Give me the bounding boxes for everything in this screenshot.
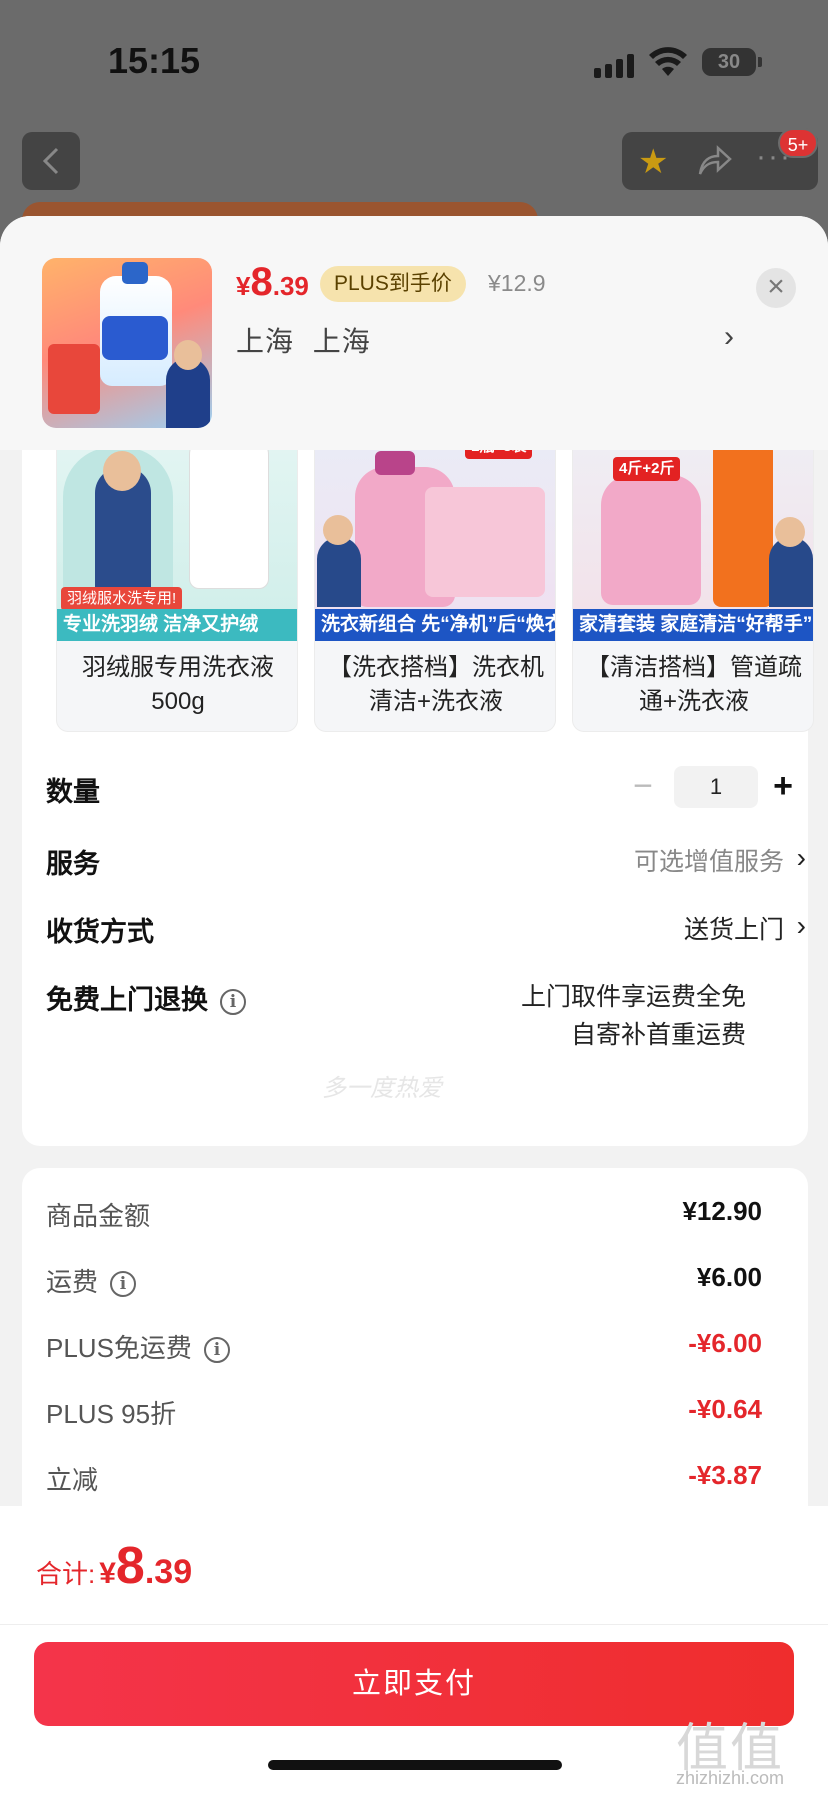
decrement-button[interactable]: − [624,766,662,810]
address-province: 上海 [236,326,295,357]
spec-band: 家清套装 家庭清洁“好帮手” [573,609,813,641]
quantity-stepper: − 1 + [624,766,794,810]
spec-option[interactable]: 羽绒服水洗专用! 专业洗羽绒 洁净又护绒 羽绒服专用洗衣液500g [56,406,298,732]
free-return-line-1: 上门取件享运费全免 [520,983,746,1011]
notification-badge: 5+ [778,128,818,158]
cellular-signal-icon [594,52,634,78]
total-label: 合计: [36,1559,96,1589]
spec-option[interactable]: 4斤+2斤 家清套装 家庭清洁“好帮手” 【清洁搭档】管道疏通+洗衣液 [572,406,814,732]
fee-label: PLUS免运费 [46,1333,192,1363]
quantity-row: 数量 − 1 + [46,766,806,814]
free-return-value: 上门取件享运费全免 自寄补首重运费 [521,978,746,1054]
quantity-input[interactable]: 1 [674,766,758,808]
fee-value: -¥6.00 [688,1328,762,1358]
total-integer: 8 [115,1537,145,1595]
spec-option[interactable]: 1瓶+3袋 洗衣新组合 先“净机”后“焕衣” 【洗衣搭档】洗衣机清洁+洗衣液 [314,406,556,732]
faint-watermark: 多一度热爱 [322,1075,442,1102]
delivery-row[interactable]: 收货方式 送货上门 › [46,910,806,954]
spec-title: 【清洁搭档】管道疏通+洗衣液 [586,654,802,715]
spec-band: 洗衣新组合 先“净机”后“焕衣” [315,609,555,641]
status-time: 15:15 [108,40,201,81]
fee-value: -¥0.64 [688,1394,762,1424]
divider [0,1624,828,1625]
home-indicator[interactable] [268,1760,562,1770]
delivery-label: 收货方式 [46,917,154,947]
total-currency: ¥ [99,1557,116,1590]
fee-row-shipping: 运费 i ¥6.00 [46,1262,762,1302]
fee-value: -¥3.87 [688,1460,762,1490]
wifi-icon [649,47,687,76]
chevron-right-icon: › [796,842,806,873]
fee-label-wrap: 运费 i [46,1262,137,1299]
sheet-header: ¥ 8 .39 PLUS到手价 ¥12.9 × 上海 上海 › [0,216,828,450]
service-label: 服务 [46,849,100,879]
product-price: ¥ 8 .39 [236,260,309,304]
info-icon[interactable]: i [220,988,246,1015]
free-return-line-2: 自寄补首重运费 [570,1021,746,1049]
chevron-right-icon[interactable]: › [724,320,734,354]
fee-label: PLUS 95折 [46,1399,177,1429]
options-card: 羽绒服水洗专用! 专业洗羽绒 洁净又护绒 羽绒服专用洗衣液500g 1瓶+3袋 … [22,386,814,1146]
fee-value: ¥6.00 [696,1262,762,1292]
back-button [22,132,80,190]
spec-title: 【洗衣搭档】洗衣机清洁+洗衣液 [328,654,544,715]
free-return-label: 免费上门退换 i [46,978,246,1017]
checkout-bar: 合计: ¥ 8 .39 立即支付 值值值 zhizhizhi.com [0,1506,828,1796]
spec-title: 羽绒服专用洗衣液500g [82,654,274,715]
service-value: 可选增值服务 [633,848,784,876]
fee-row-plus-free-shipping: PLUS免运费 i -¥6.00 [46,1328,762,1368]
close-button[interactable]: × [756,268,796,308]
fee-label-wrap: PLUS免运费 i [46,1328,230,1365]
spec-selector: 羽绒服水洗专用! 专业洗羽绒 洁净又护绒 羽绒服专用洗衣液500g 1瓶+3袋 … [56,406,816,732]
info-icon[interactable]: i [110,1271,137,1298]
purchase-sheet: ¥ 8 .39 PLUS到手价 ¥12.9 × 上海 上海 › 羽绒服水洗专用!… [0,216,828,1796]
site-watermark-url: zhizhizhi.com [676,1768,785,1788]
spec-band: 专业洗羽绒 洁净又护绒 [57,609,297,641]
fee-label: 商品金额 [46,1201,151,1231]
status-bar: 15:15 30 [0,0,828,120]
star-icon: ★ [638,143,669,181]
service-row[interactable]: 服务 可选增值服务 › [46,842,806,886]
original-price: ¥12.9 [488,270,546,296]
increment-button[interactable]: + [764,766,802,810]
battery-icon: 30 [702,48,762,76]
free-return-label-text: 免费上门退换 [46,985,208,1015]
product-thumbnail [42,258,212,428]
free-return-row: 免费上门退换 i 上门取件享运费全免 自寄补首重运费 [46,978,806,1062]
delivery-value: 送货上门 [683,916,784,944]
fee-row-plus-discount: PLUS 95折 -¥0.64 [46,1394,762,1434]
fee-row-instant-discount: 立减 -¥3.87 [46,1460,762,1500]
fee-label: 运费 [46,1267,99,1297]
fee-row-goods: 商品金额 ¥12.90 [46,1196,762,1236]
address-city: 上海 [312,326,371,357]
chevron-left-icon [42,147,59,175]
delivery-address[interactable]: 上海 上海 [236,320,381,360]
chevron-right-icon: › [796,910,806,941]
fee-value: ¥12.90 [682,1196,762,1226]
info-icon[interactable]: i [203,1337,230,1364]
share-icon [698,145,732,175]
plus-price-tag: PLUS到手价 [320,266,466,302]
fee-label: 立减 [46,1465,99,1495]
total-price: 合计: ¥ 8 .39 [36,1536,192,1596]
spec-tag: 羽绒服水洗专用! [61,587,183,611]
spec-tag: 4斤+2斤 [613,457,681,481]
total-decimal: .39 [144,1553,193,1591]
quantity-label: 数量 [46,777,100,807]
